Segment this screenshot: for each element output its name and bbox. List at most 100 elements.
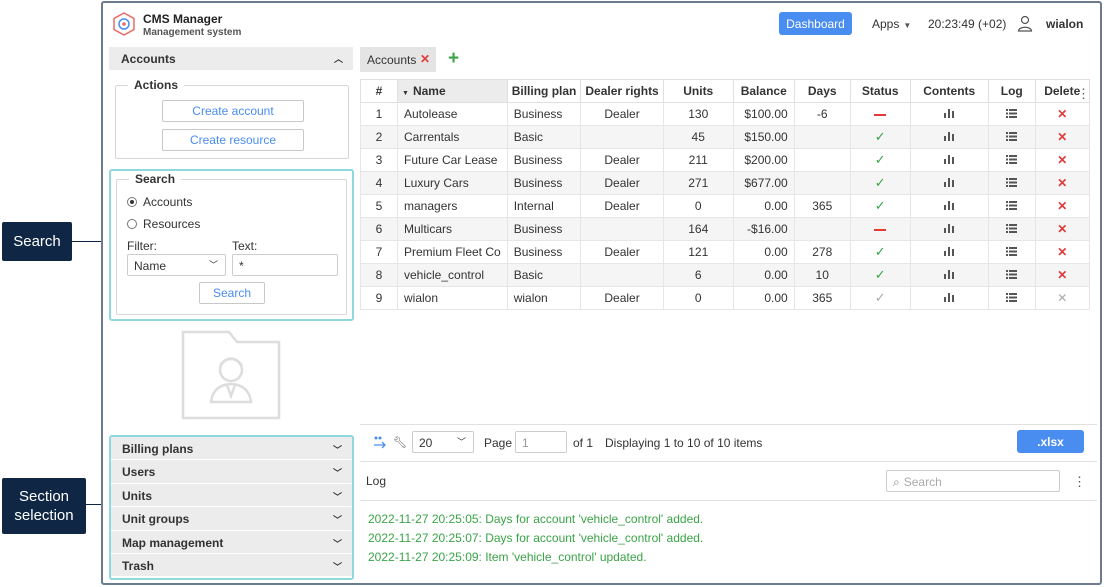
- chevron-down-icon: ﹀: [208, 260, 218, 270]
- section-units[interactable]: Units ﹀: [111, 483, 352, 508]
- table-row[interactable]: 2 Carrentals Basic 45 $150.00 ✓ ✕: [360, 125, 1090, 149]
- cell-contents: [909, 194, 989, 218]
- add-tab-icon[interactable]: +: [448, 48, 459, 70]
- accounts-section-header[interactable]: Accounts ︿: [109, 47, 353, 70]
- create-resource-button[interactable]: Create resource: [162, 129, 304, 151]
- cell-billing-plan: Internal: [506, 194, 582, 218]
- section-label: Trash: [122, 558, 155, 573]
- cell-dealer-rights: [580, 125, 664, 149]
- section-unit-groups[interactable]: Unit groups ﹀: [111, 507, 352, 531]
- col-header-status[interactable]: Status: [849, 79, 911, 103]
- col-header-name[interactable]: ▼ Name: [397, 79, 508, 103]
- filter-select[interactable]: Name ﹀: [127, 254, 226, 276]
- text-input[interactable]: *: [232, 254, 338, 276]
- section-map-management[interactable]: Map management ﹀: [111, 530, 352, 554]
- bar-chart-icon[interactable]: [944, 201, 955, 210]
- apps-menu[interactable]: Apps ▼: [872, 17, 911, 31]
- top-bar: CMS Manager Management system Dashboard …: [103, 3, 1100, 45]
- col-header-balance[interactable]: Balance: [732, 79, 795, 103]
- log-more-icon[interactable]: ⋮: [1073, 474, 1086, 490]
- section-label: Billing plans: [122, 442, 194, 456]
- delete-icon[interactable]: ✕: [1057, 176, 1067, 190]
- cell-dealer-rights: Dealer: [580, 286, 664, 310]
- more-vertical-icon[interactable]: ⋮: [1077, 86, 1090, 102]
- table-row[interactable]: 9 wialon wialon Dealer 0 0.00 365 ✓ ✕: [360, 286, 1090, 310]
- list-icon[interactable]: [1006, 132, 1018, 141]
- bar-chart-icon[interactable]: [944, 109, 955, 118]
- cell-name: managers: [397, 194, 508, 218]
- cell-days: 10: [793, 263, 851, 287]
- chevron-up-icon[interactable]: ︿: [334, 52, 343, 65]
- delete-icon[interactable]: ✕: [1057, 107, 1067, 121]
- list-icon[interactable]: [1006, 247, 1018, 256]
- cell-log: [987, 171, 1036, 195]
- col-header-units[interactable]: Units: [662, 79, 734, 103]
- table-row[interactable]: 6 Multicars Business 164 -$16.00 ✕: [360, 217, 1090, 241]
- search-button[interactable]: Search: [199, 282, 265, 304]
- table-row[interactable]: 4 Luxury Cars Business Dealer 271 $677.00 ✓ ✕: [360, 171, 1090, 195]
- table-row[interactable]: 8 vehicle_control Basic 6 0.00 10 ✓ ✕: [360, 263, 1090, 287]
- create-account-button[interactable]: Create account: [162, 100, 304, 122]
- section-label: Unit groups: [122, 512, 190, 527]
- section-users[interactable]: Users ﹀: [111, 460, 352, 484]
- refresh-icon[interactable]: [372, 435, 388, 449]
- delete-icon[interactable]: ✕: [1057, 268, 1067, 282]
- cell-balance: $677.00: [732, 171, 795, 195]
- col-header-log[interactable]: Log: [987, 79, 1036, 103]
- radio-resources[interactable]: Resources: [127, 217, 200, 231]
- cell-balance: $100.00: [732, 102, 795, 126]
- tab-accounts[interactable]: Accounts ✕: [360, 47, 436, 72]
- table-row[interactable]: 7 Premium Fleet Co Business Dealer 121 0.00 27…: [360, 240, 1090, 264]
- col-header-billing-plan[interactable]: Billing plan: [506, 79, 582, 103]
- delete-icon[interactable]: ✕: [1057, 222, 1067, 236]
- bar-chart-icon[interactable]: [944, 270, 955, 279]
- list-icon[interactable]: [1006, 201, 1018, 210]
- cell-num: 8: [360, 263, 398, 287]
- export-xlsx-button[interactable]: .xlsx: [1017, 430, 1084, 453]
- delete-icon[interactable]: ✕: [1057, 199, 1067, 213]
- list-icon[interactable]: [1006, 178, 1018, 187]
- cell-log: [987, 194, 1036, 218]
- bar-chart-icon[interactable]: [944, 293, 955, 302]
- col-header-days[interactable]: Days: [793, 79, 851, 103]
- wrench-icon[interactable]: 🔧︎: [393, 436, 407, 449]
- cell-num: 3: [360, 148, 398, 172]
- delete-icon[interactable]: ✕: [1057, 130, 1067, 144]
- cell-balance: $200.00: [732, 148, 795, 172]
- close-icon[interactable]: ✕: [420, 52, 430, 66]
- log-search-input[interactable]: ⌕ Search: [886, 470, 1060, 492]
- table-row[interactable]: 3 Future Car Lease Business Dealer 211 $200.0…: [360, 148, 1090, 172]
- col-header-num[interactable]: #: [360, 79, 398, 103]
- username[interactable]: wialon: [1046, 17, 1083, 31]
- list-icon[interactable]: [1006, 155, 1018, 164]
- table-row[interactable]: 5 managers Internal Dealer 0 0.00 365 ✓ ✕: [360, 194, 1090, 218]
- radio-on-icon: [127, 197, 137, 207]
- bar-chart-icon[interactable]: [944, 155, 955, 164]
- col-header-dealer-rights[interactable]: Dealer rights: [580, 79, 664, 103]
- cms-logo-icon: [113, 12, 135, 36]
- cell-log: [987, 148, 1036, 172]
- bar-chart-icon[interactable]: [944, 132, 955, 141]
- page-size-select[interactable]: 20 ﹀: [412, 431, 474, 453]
- bar-chart-icon[interactable]: [944, 247, 955, 256]
- cell-contents: [909, 171, 989, 195]
- status-active-check-icon: ✓: [874, 129, 886, 144]
- dashboard-button[interactable]: Dashboard: [779, 12, 852, 35]
- bar-chart-icon[interactable]: [944, 178, 955, 187]
- log-entry: 2022-11-27 20:25:07: Days for account 'v…: [368, 531, 704, 545]
- delete-icon[interactable]: ✕: [1057, 245, 1067, 259]
- bar-chart-icon[interactable]: [944, 224, 955, 233]
- section-billing-plans[interactable]: Billing plans ﹀: [111, 437, 352, 461]
- list-icon[interactable]: [1006, 293, 1018, 302]
- list-icon[interactable]: [1006, 109, 1018, 118]
- list-icon[interactable]: [1006, 270, 1018, 279]
- delete-icon[interactable]: ✕: [1057, 153, 1067, 167]
- section-trash[interactable]: Trash ﹀: [111, 553, 352, 578]
- user-icon[interactable]: [1017, 15, 1033, 32]
- table-row[interactable]: 1 Autolease Business Dealer 130 $100.00 -6 ✕: [360, 102, 1090, 126]
- page-input[interactable]: 1: [515, 431, 567, 453]
- list-icon[interactable]: [1006, 224, 1018, 233]
- col-header-contents[interactable]: Contents: [909, 79, 989, 103]
- radio-accounts[interactable]: Accounts: [127, 195, 192, 209]
- section-label: Users: [122, 465, 156, 480]
